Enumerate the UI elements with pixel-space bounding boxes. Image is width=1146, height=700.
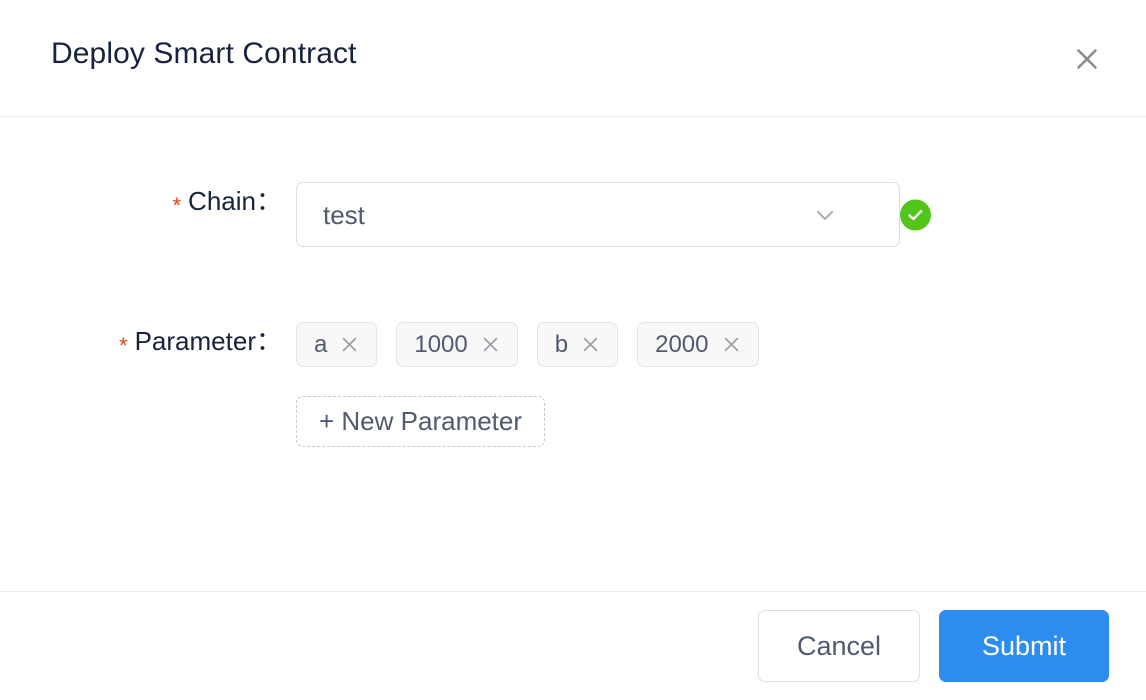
- parameter-label-text: Parameter: [134, 326, 256, 356]
- chip-close-icon[interactable]: [581, 335, 600, 354]
- required-marker: *: [119, 333, 128, 358]
- chip-close-icon[interactable]: [340, 335, 359, 354]
- chip-label: 1000: [414, 330, 468, 358]
- chip-label: 2000: [655, 330, 709, 358]
- check-circle-icon: [900, 199, 931, 230]
- parameter-label: * Parameter：: [100, 322, 296, 360]
- chevron-down-icon[interactable]: [812, 202, 838, 228]
- deploy-smart-contract-dialog: Deploy Smart Contract * Chain： test * Pa…: [0, 0, 1146, 700]
- chain-select[interactable]: test: [296, 182, 900, 247]
- chip-label: b: [554, 330, 569, 358]
- form-row-parameter: * Parameter： a 1000 b 2000 + New Paramet…: [100, 322, 759, 447]
- form-row-chain: * Chain： test: [100, 182, 931, 247]
- add-parameter-button[interactable]: + New Parameter: [296, 396, 546, 447]
- required-marker: *: [172, 193, 182, 218]
- chain-label-text: Chain: [188, 186, 256, 216]
- parameter-chip[interactable]: 2000: [637, 322, 759, 367]
- cancel-button[interactable]: Cancel: [758, 610, 920, 682]
- dialog-body: * Chain： test * Parameter： a 1000 b 2000…: [0, 117, 1146, 591]
- chain-select-value: test: [323, 199, 365, 230]
- parameter-chip-list: a 1000 b 2000: [296, 322, 759, 367]
- parameter-chip[interactable]: 1000: [396, 322, 518, 367]
- dialog-footer: Cancel Submit: [0, 591, 1146, 700]
- label-colon: ：: [255, 186, 282, 216]
- chain-label: * Chain：: [100, 182, 296, 220]
- parameter-chip[interactable]: b: [536, 322, 619, 367]
- chain-select-wrapper: test: [296, 182, 931, 247]
- chip-label: a: [314, 330, 328, 358]
- dialog-header: Deploy Smart Contract: [0, 0, 1146, 117]
- parameter-control: a 1000 b 2000 + New Parameter: [296, 322, 759, 447]
- submit-button[interactable]: Submit: [939, 610, 1109, 682]
- chip-close-icon[interactable]: [722, 335, 741, 354]
- parameter-chip[interactable]: a: [296, 322, 378, 367]
- page-title: Deploy Smart Contract: [51, 37, 357, 70]
- chip-close-icon[interactable]: [481, 335, 500, 354]
- close-icon[interactable]: [1070, 42, 1104, 76]
- label-colon: ：: [255, 326, 282, 356]
